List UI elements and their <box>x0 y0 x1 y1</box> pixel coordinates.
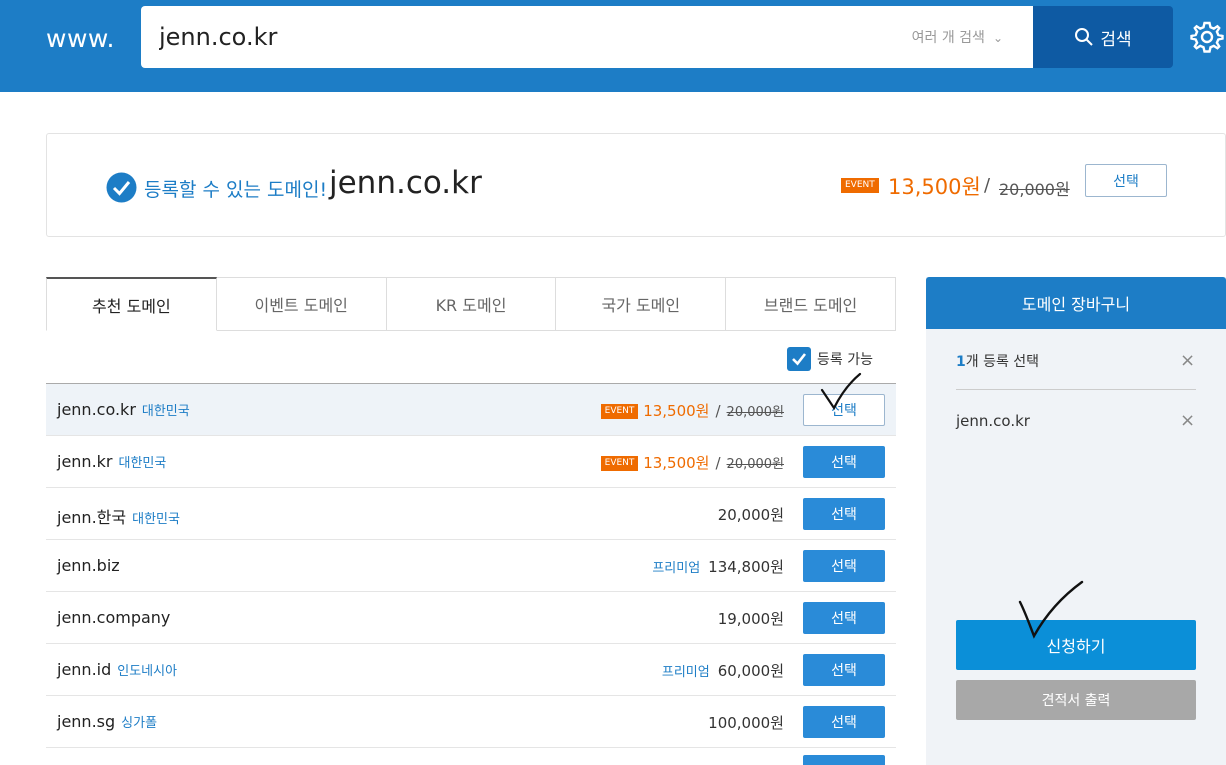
result-card: 등록할 수 있는 도메인! jenn.co.kr EVENT 13,500원 /… <box>46 133 1226 237</box>
search-icon <box>1075 28 1094 46</box>
domain-list: jenn.co.kr 대한민국 EVENT 13,500원/20,000원 선택 … <box>46 383 896 748</box>
tab-kr[interactable]: KR 도메인 <box>386 277 557 330</box>
original-price: 20,000원 <box>726 405 784 420</box>
price-separator: / <box>715 402 721 420</box>
domain-name: jenn.company <box>57 608 171 627</box>
table-row: jenn.company 19,000원 선택 <box>46 592 896 644</box>
domain-name: jenn.id <box>57 660 112 679</box>
tab-event[interactable]: 이벤트 도메인 <box>216 277 387 330</box>
premium-label: 프리미엄 <box>661 665 710 680</box>
select-button[interactable]: 선택 <box>803 654 885 686</box>
country-label: 싱가폴 <box>121 716 158 731</box>
domain-name: jenn.한국 <box>57 508 127 527</box>
select-button[interactable]: 선택 <box>803 446 885 478</box>
table-row: jenn.biz 프리미엄 134,800원 선택 <box>46 540 896 592</box>
event-badge: EVENT <box>841 178 879 193</box>
event-badge: EVENT <box>600 456 639 471</box>
domain-price: 19,000원 <box>717 610 784 628</box>
cart-count-number: 1 <box>956 354 966 370</box>
search-button[interactable]: 검색 <box>1033 6 1173 68</box>
domain-price: 13,500원 <box>643 402 710 420</box>
select-button[interactable]: 선택 <box>803 550 885 582</box>
table-row: jenn.kr 대한민국 EVENT 13,500원 / 20,000원 선택 <box>46 436 896 488</box>
select-button[interactable]: 선택 <box>803 602 885 634</box>
apply-button[interactable]: 신청하기 <box>956 620 1196 670</box>
multi-search-dropdown[interactable]: 여러 개 검색 ⌄ <box>912 27 1003 47</box>
result-original-price: 20,000원 <box>999 180 1070 199</box>
table-row: jenn.id 인도네시아 프리미엄 60,000원 선택 <box>46 644 896 696</box>
tab-recommended[interactable]: 추천 도메인 <box>46 277 217 331</box>
original-price: 20,000원 <box>726 457 784 472</box>
result-price: 13,500원 <box>888 175 981 199</box>
domain-tabs: 추천 도메인 이벤트 도메인 KR 도메인 국가 도메인 브랜드 도메인 <box>46 277 896 331</box>
domain-search-input[interactable] <box>159 20 859 54</box>
country-label: 대한민국 <box>132 512 180 527</box>
divider <box>956 389 1196 390</box>
cart-title: 도메인 장바구니 <box>926 277 1226 329</box>
table-row: jenn.co.kr 대한민국 EVENT 13,500원 / 20,000원 선택 <box>46 384 896 436</box>
domain-name: jenn.kr <box>57 452 113 471</box>
domain-name: jenn.biz <box>57 556 120 575</box>
table-row: jenn.한국 대한민국 20,000원 선택 <box>46 488 896 540</box>
domain-price: 20,000원 <box>717 506 784 524</box>
clear-cart-close-icon[interactable]: × <box>1180 350 1195 371</box>
result-domain: jenn.co.kr <box>329 165 482 201</box>
select-button-partial[interactable] <box>803 755 885 765</box>
domain-price: 13,500원 <box>643 454 710 472</box>
tab-brand[interactable]: 브랜드 도메인 <box>726 277 896 330</box>
tab-country[interactable]: 국가 도메인 <box>556 277 727 330</box>
search-button-label: 검색 <box>1100 29 1132 50</box>
remove-item-close-icon[interactable]: × <box>1180 410 1195 431</box>
check-circle-icon <box>106 172 137 203</box>
result-select-button[interactable]: 선택 <box>1085 164 1167 197</box>
cart-count-text: 개 등록 선택 <box>965 354 1040 370</box>
price-separator: / <box>984 175 991 196</box>
country-label: 대한민국 <box>141 404 190 419</box>
premium-label: 프리미엄 <box>652 561 701 576</box>
www-prefix: www. <box>46 24 115 53</box>
search-box: 여러 개 검색 ⌄ <box>141 6 1033 68</box>
chevron-down-icon: ⌄ <box>992 31 1003 45</box>
cart-count: 1개 등록 선택 <box>956 351 1039 371</box>
domain-price: 100,000원 <box>708 714 784 732</box>
select-button[interactable]: 선택 <box>803 706 885 738</box>
event-badge: EVENT <box>600 404 639 419</box>
print-quote-button[interactable]: 견적서 출력 <box>956 680 1196 720</box>
available-checkbox[interactable] <box>787 347 811 371</box>
domain-name: jenn.sg <box>57 712 116 731</box>
multi-search-label: 여러 개 검색 <box>911 30 985 46</box>
price-separator: / <box>715 454 721 472</box>
domain-price: 134,800원 <box>708 558 784 576</box>
available-filter[interactable]: 등록 가능 <box>787 347 873 371</box>
country-label: 대한민국 <box>118 456 167 471</box>
select-button[interactable]: 선택 <box>803 394 885 426</box>
domain-cart: 도메인 장바구니 1개 등록 선택 × jenn.co.kr × 신청하기 견적… <box>926 277 1226 765</box>
gear-icon[interactable] <box>1190 20 1224 54</box>
available-message: 등록할 수 있는 도메인! <box>144 179 328 201</box>
domain-name: jenn.co.kr <box>57 400 136 419</box>
cart-item-domain: jenn.co.kr <box>956 412 1030 430</box>
domain-price: 60,000원 <box>717 662 784 680</box>
available-filter-label: 등록 가능 <box>817 352 873 368</box>
country-label: 인도네시아 <box>117 664 178 679</box>
select-button[interactable]: 선택 <box>803 498 885 530</box>
table-row: jenn.sg 싱가폴 100,000원 선택 <box>46 696 896 748</box>
top-header: www. 여러 개 검색 ⌄ 검색 <box>0 0 1226 92</box>
checkmark-icon <box>792 353 807 366</box>
